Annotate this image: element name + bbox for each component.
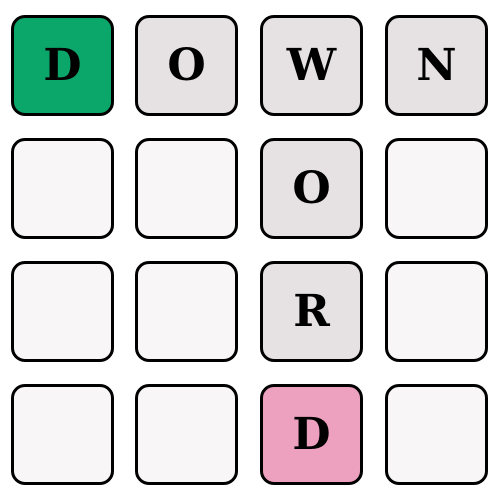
grid-cell-r3-c1[interactable] xyxy=(135,384,238,485)
grid-cell-r1-c1[interactable] xyxy=(135,138,238,239)
word-grid: D O W N O R D xyxy=(0,0,500,500)
grid-cell-r0-c1[interactable]: O xyxy=(135,15,238,116)
grid-cell-r2-c0[interactable] xyxy=(11,261,114,362)
grid-cell-r2-c3[interactable] xyxy=(385,261,488,362)
grid-cell-r3-c0[interactable] xyxy=(11,384,114,485)
grid-cell-r0-c0[interactable]: D xyxy=(11,15,114,116)
grid-cell-r2-c1[interactable] xyxy=(135,261,238,362)
grid-cell-r1-c0[interactable] xyxy=(11,138,114,239)
grid-cell-r2-c2[interactable]: R xyxy=(260,261,363,362)
grid-cell-r3-c3[interactable] xyxy=(385,384,488,485)
grid-cell-r1-c2[interactable]: O xyxy=(260,138,363,239)
grid-cell-r1-c3[interactable] xyxy=(385,138,488,239)
grid-cell-r0-c3[interactable]: N xyxy=(385,15,488,116)
grid-cell-r0-c2[interactable]: W xyxy=(260,15,363,116)
grid-cell-r3-c2[interactable]: D xyxy=(260,384,363,485)
